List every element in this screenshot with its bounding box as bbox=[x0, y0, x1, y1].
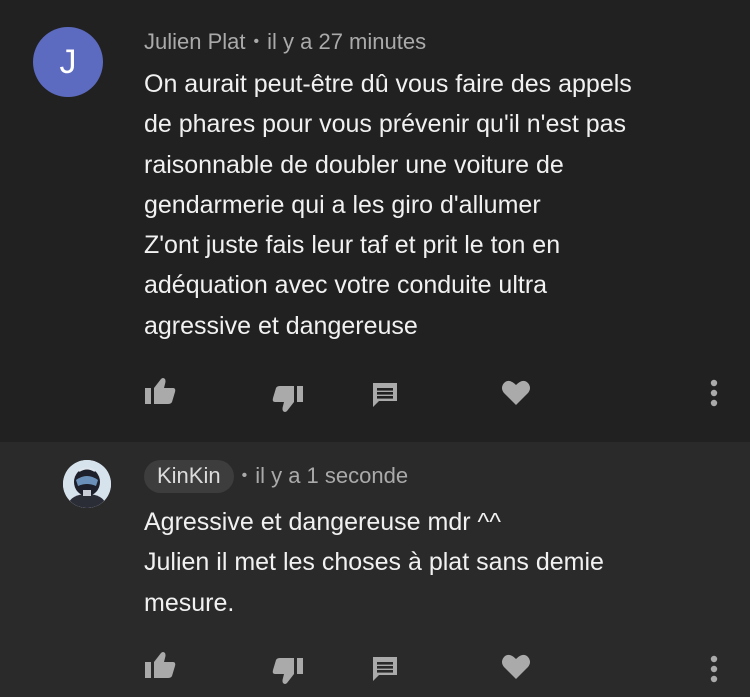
separator: • bbox=[253, 33, 260, 50]
comment-line: raisonnable de doubler une voiture de bbox=[144, 150, 564, 179]
dislike-button[interactable] bbox=[270, 382, 306, 416]
comment-line: agressive et dangereuse bbox=[144, 311, 418, 340]
reply-button[interactable] bbox=[367, 378, 403, 412]
comment-line: mesure. bbox=[144, 588, 235, 617]
thumb-up-icon bbox=[145, 652, 176, 678]
comment-line: de phares pour vous prévenir qu'il n'est… bbox=[144, 110, 627, 139]
avatar[interactable]: J bbox=[33, 27, 103, 97]
thumb-down-icon bbox=[272, 386, 303, 412]
timestamp[interactable]: il y a 1 seconde bbox=[255, 463, 408, 489]
author-chip[interactable]: KinKin bbox=[144, 459, 234, 493]
comment-text: On aurait peut-être dû vous faire des ap… bbox=[144, 64, 632, 346]
like-button[interactable] bbox=[142, 648, 178, 682]
comment-line: Agressive et dangereuse mdr ^^ bbox=[144, 508, 501, 536]
more-options-button[interactable] bbox=[702, 376, 726, 410]
thumb-up-icon bbox=[145, 378, 176, 404]
dislike-button[interactable] bbox=[270, 654, 306, 688]
reply-icon bbox=[373, 657, 397, 681]
heart-button[interactable] bbox=[498, 376, 534, 410]
reply-button[interactable] bbox=[367, 652, 403, 686]
helmet-avatar-icon bbox=[63, 460, 111, 508]
more-options-button[interactable] bbox=[702, 652, 726, 686]
comment-line: adéquation avec votre conduite ultra bbox=[144, 271, 548, 300]
avatar[interactable] bbox=[63, 460, 111, 508]
comment-line: Julien il met les choses à plat sans dem… bbox=[144, 548, 604, 577]
comment-1: J Julien Plat • il y a 27 minutes On aur… bbox=[0, 0, 750, 442]
avatar-letter: J bbox=[59, 42, 77, 81]
comment-header: KinKin • il y a 1 seconde bbox=[144, 459, 408, 493]
separator: • bbox=[241, 467, 248, 484]
comment-line: gendarmerie qui a les giro d'allumer bbox=[144, 190, 541, 219]
heart-icon bbox=[502, 380, 530, 405]
comment-text: Agressive et dangereuse mdr ^^ Julien il… bbox=[144, 502, 604, 623]
comment-line: Z'ont juste fais leur taf et prit le ton… bbox=[144, 231, 561, 260]
author-name[interactable]: Julien Plat bbox=[144, 29, 246, 55]
more-vert-icon bbox=[710, 655, 718, 683]
comment-line: On aurait peut-être dû vous faire des ap… bbox=[144, 70, 632, 98]
timestamp[interactable]: il y a 27 minutes bbox=[267, 29, 426, 55]
heart-icon bbox=[502, 654, 530, 679]
comment-header: Julien Plat • il y a 27 minutes bbox=[144, 27, 426, 57]
thumb-down-icon bbox=[272, 658, 303, 684]
more-vert-icon bbox=[710, 379, 718, 407]
reply-icon bbox=[373, 383, 397, 407]
heart-button[interactable] bbox=[498, 650, 534, 684]
like-button[interactable] bbox=[142, 374, 178, 408]
